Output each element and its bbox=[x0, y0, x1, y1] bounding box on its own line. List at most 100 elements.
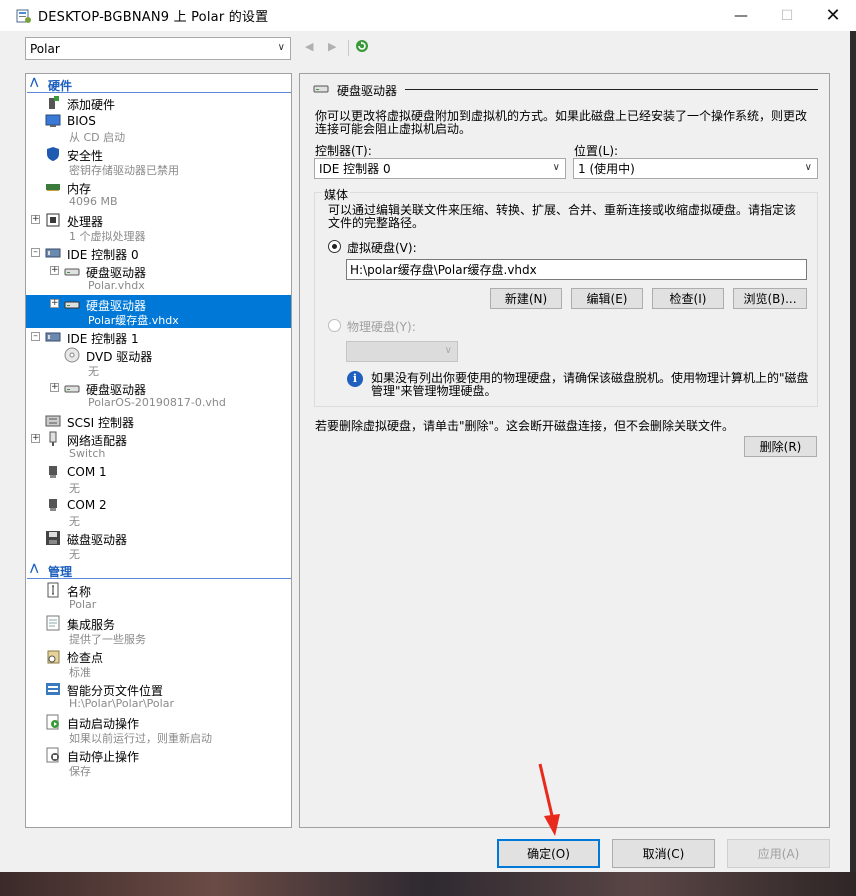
memory-icon bbox=[45, 179, 61, 195]
desktop-background-bottom bbox=[0, 872, 856, 896]
ide-controller-icon bbox=[45, 329, 61, 345]
tree-item-integration-services[interactable]: 集成服务 提供了一些服务 bbox=[26, 614, 291, 647]
maximize-icon[interactable]: ☐ bbox=[764, 0, 810, 31]
tree-item-security[interactable]: 安全性 密钥存储驱动器已禁用 bbox=[26, 145, 291, 178]
media-description: 可以通过编辑关联文件来压缩、转换、扩展、合并、重新连接或收缩虚拟硬盘。请指定该文… bbox=[328, 203, 797, 230]
chevron-down-icon: ∨ bbox=[277, 42, 285, 53]
collapse-icon: ⋀ bbox=[30, 77, 39, 88]
physical-disk-label: 物理硬盘(Y): bbox=[347, 320, 416, 334]
vm-select[interactable]: Polar ∨ bbox=[25, 37, 291, 60]
tree-item-hard-drive-polaros[interactable]: + 硬盘驱动器 PolarOS-20190817-0.vhd bbox=[26, 379, 291, 412]
checkpoint-icon bbox=[45, 648, 61, 664]
annotation-arrow-icon bbox=[538, 763, 560, 836]
cancel-button[interactable]: 取消(C) bbox=[612, 839, 715, 868]
virtual-disk-label: 虚拟硬盘(V): bbox=[347, 241, 417, 255]
physical-disk-select[interactable]: ∨ bbox=[346, 341, 458, 362]
toolbar-separator bbox=[348, 40, 349, 56]
remove-description: 若要删除虚拟硬盘，请单击"删除"。这会断开磁盘连接，但不会删除关联文件。 bbox=[315, 419, 735, 433]
desktop-background-right bbox=[850, 0, 856, 896]
tree-item-name[interactable]: 名称 Polar bbox=[26, 581, 291, 614]
network-adapter-icon bbox=[45, 431, 61, 447]
controller-label: 控制器(T): bbox=[315, 144, 372, 158]
location-select[interactable]: 1 (使用中) ∨ bbox=[573, 158, 818, 179]
smart-paging-icon bbox=[45, 681, 61, 697]
expand-icon[interactable]: + bbox=[50, 383, 59, 392]
tree-item-hard-drive-polar[interactable]: + 硬盘驱动器 Polar.vhdx bbox=[26, 262, 291, 295]
heading-rule bbox=[405, 89, 818, 90]
hard-drive-icon bbox=[64, 296, 80, 312]
collapse-icon: ⋀ bbox=[30, 563, 39, 574]
hardware-section-header[interactable]: ⋀ 硬件 bbox=[27, 77, 291, 93]
add-hardware-icon bbox=[45, 95, 61, 111]
expand-icon[interactable]: + bbox=[50, 266, 59, 275]
location-label: 位置(L): bbox=[574, 144, 619, 158]
panel-heading: 硬盘驱动器 bbox=[337, 84, 398, 98]
tree-item-bios[interactable]: BIOS 从 CD 启动 bbox=[26, 112, 291, 145]
tree-item-com2[interactable]: COM 2 无 bbox=[26, 496, 291, 529]
com-port-icon bbox=[45, 464, 61, 480]
title-bar: DESKTOP-BGBNAN9 上 Polar 的设置 — ☐ ✕ bbox=[0, 0, 856, 31]
apply-button[interactable]: 应用(A) bbox=[727, 839, 830, 868]
management-section-header[interactable]: ⋀ 管理 bbox=[27, 563, 291, 579]
processor-icon bbox=[45, 212, 61, 228]
auto-start-icon bbox=[45, 714, 61, 730]
ide-controller-icon bbox=[45, 245, 61, 261]
close-icon[interactable]: ✕ bbox=[810, 0, 856, 31]
collapse-icon[interactable]: – bbox=[31, 332, 40, 341]
settings-tree: ⋀ 硬件 添加硬件 BIOS 从 CD 启动 安全性 密钥存储驱动器已禁用 内存… bbox=[25, 73, 292, 828]
expand-icon[interactable]: + bbox=[50, 299, 59, 308]
physical-disk-info: 如果没有列出你要使用的物理硬盘，请确保该磁盘脱机。使用物理计算机上的"磁盘管理"… bbox=[371, 371, 809, 398]
hard-drive-icon bbox=[64, 380, 80, 396]
refresh-icon[interactable] bbox=[355, 39, 369, 56]
inspect-button[interactable]: 检查(I) bbox=[652, 288, 724, 309]
hard-drive-icon bbox=[313, 83, 329, 98]
integration-services-icon bbox=[45, 615, 61, 631]
vhd-path-input[interactable]: H:\polar缓存盘\Polar缓存盘.vhdx bbox=[346, 259, 807, 280]
tree-item-smart-paging[interactable]: 智能分页文件位置 H:\Polar\Polar\Polar bbox=[26, 680, 291, 713]
auto-stop-icon bbox=[45, 747, 61, 763]
bios-icon bbox=[45, 113, 61, 129]
dvd-icon bbox=[64, 347, 80, 363]
tree-item-com1[interactable]: COM 1 无 bbox=[26, 463, 291, 496]
detail-panel: 硬盘驱动器 你可以更改将虚拟硬盘附加到虚拟机的方式。如果此磁盘上已经安装了一个操… bbox=[299, 73, 830, 828]
media-label: 媒体 bbox=[322, 186, 351, 203]
expand-icon[interactable]: + bbox=[31, 434, 40, 443]
tree-item-add-hardware[interactable]: 添加硬件 bbox=[26, 95, 291, 112]
tree-item-dvd-drive[interactable]: DVD 驱动器 无 bbox=[26, 346, 291, 379]
tree-item-processor[interactable]: + 处理器 1 个虚拟处理器 bbox=[26, 211, 291, 244]
tree-item-diskette-drive[interactable]: 磁盘驱动器 无 bbox=[26, 529, 291, 562]
floppy-icon bbox=[45, 530, 61, 546]
expand-icon[interactable]: + bbox=[31, 215, 40, 224]
browse-button[interactable]: 浏览(B)... bbox=[733, 288, 807, 309]
tree-item-ide-controller-0[interactable]: – IDE 控制器 0 bbox=[26, 244, 291, 262]
physical-disk-radio[interactable] bbox=[328, 319, 341, 332]
panel-description: 你可以更改将虚拟硬盘附加到虚拟机的方式。如果此磁盘上已经安装了一个操作系统，则更… bbox=[315, 109, 808, 136]
minimize-icon[interactable]: — bbox=[718, 0, 764, 31]
hard-drive-icon bbox=[64, 263, 80, 279]
window-title: DESKTOP-BGBNAN9 上 Polar 的设置 bbox=[38, 10, 269, 25]
tree-item-network-adapter[interactable]: + 网络适配器 Switch bbox=[26, 430, 291, 463]
edit-button[interactable]: 编辑(E) bbox=[571, 288, 643, 309]
back-arrow-icon[interactable]: ◀ bbox=[305, 40, 313, 53]
new-button[interactable]: 新建(N) bbox=[490, 288, 562, 309]
forward-arrow-icon[interactable]: ▶ bbox=[328, 40, 336, 53]
tree-item-ide-controller-1[interactable]: – IDE 控制器 1 bbox=[26, 328, 291, 346]
com-port-icon bbox=[45, 497, 61, 513]
tree-item-hard-drive-cache[interactable]: + 硬盘驱动器 Polar缓存盘.vhdx bbox=[26, 295, 291, 328]
tree-item-scsi-controller[interactable]: SCSI 控制器 bbox=[26, 412, 291, 430]
controller-select[interactable]: IDE 控制器 0 ∨ bbox=[314, 158, 566, 179]
info-icon: i bbox=[347, 371, 363, 387]
scsi-controller-icon bbox=[45, 413, 61, 429]
tree-item-checkpoints[interactable]: 检查点 标准 bbox=[26, 647, 291, 680]
tree-item-memory[interactable]: 内存 4096 MB bbox=[26, 178, 291, 211]
hyperv-settings-icon bbox=[16, 8, 32, 24]
chevron-down-icon: ∨ bbox=[552, 162, 560, 173]
tree-item-auto-stop[interactable]: 自动停止操作 保存 bbox=[26, 746, 291, 779]
virtual-disk-radio[interactable] bbox=[328, 240, 341, 253]
tree-item-auto-start[interactable]: 自动启动操作 如果以前运行过，则重新启动 bbox=[26, 713, 291, 746]
name-icon bbox=[45, 582, 61, 598]
collapse-icon[interactable]: – bbox=[31, 248, 40, 257]
chevron-down-icon: ∨ bbox=[804, 162, 812, 173]
ok-button[interactable]: 确定(O) bbox=[497, 839, 600, 868]
remove-button[interactable]: 删除(R) bbox=[744, 436, 817, 457]
